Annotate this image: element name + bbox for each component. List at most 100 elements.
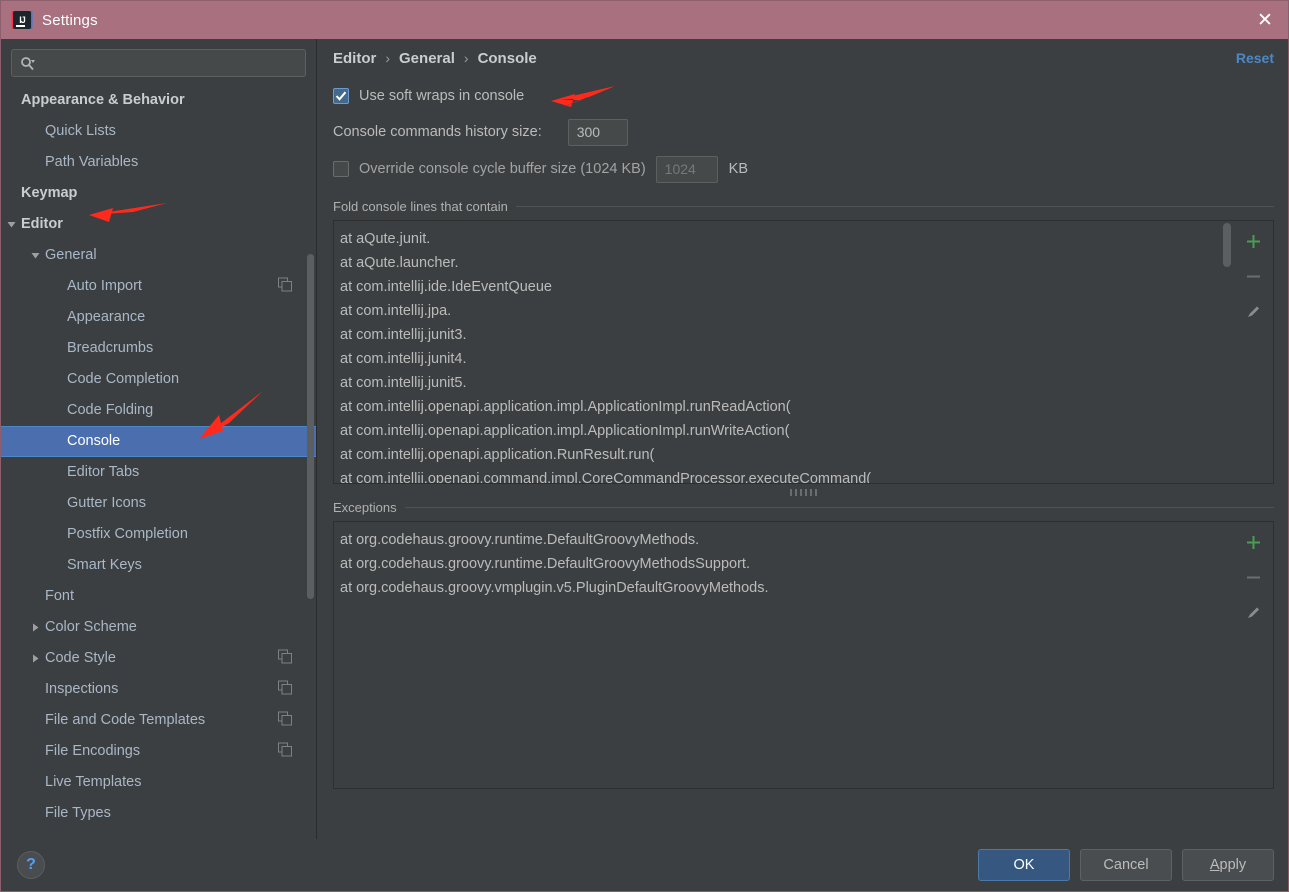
sidebar-item-label: Code Folding	[67, 402, 154, 419]
list-item[interactable]: at com.intellij.junit5.	[340, 371, 1221, 395]
sidebar-item-code-folding[interactable]: Code Folding	[1, 395, 316, 426]
fold-list[interactable]: at aQute.junit. at aQute.launcher. at com.…	[334, 221, 1221, 483]
sidebar-item-editor-tabs[interactable]: Editor Tabs	[1, 457, 316, 488]
list-item[interactable]: at com.intellij.openapi.application.impl…	[340, 395, 1221, 419]
soft-wraps-label[interactable]: Use soft wraps in console	[359, 88, 524, 104]
sidebar-item-gutter-icons[interactable]: Gutter Icons	[1, 488, 316, 519]
plus-icon[interactable]	[1241, 229, 1265, 253]
settings-content-panel: Editor › General › Console Reset Use sof…	[317, 39, 1288, 839]
window-title: Settings	[42, 11, 98, 29]
sidebar-item-label: Live Templates	[45, 774, 142, 791]
list-item[interactable]: at org.codehaus.groovy.runtime.DefaultGr…	[340, 552, 1221, 576]
apply-button[interactable]: Apply	[1182, 849, 1274, 881]
cycle-buffer-label[interactable]: Override console cycle buffer size (1024…	[359, 161, 646, 177]
exceptions-list[interactable]: at org.codehaus.groovy.runtime.DefaultGr…	[334, 522, 1221, 788]
list-item[interactable]: at com.intellij.openapi.application.RunR…	[340, 443, 1221, 467]
pencil-icon[interactable]	[1241, 600, 1265, 624]
sidebar-item-appearance-behavior[interactable]: Appearance & Behavior	[1, 85, 316, 116]
sidebar-item-general[interactable]: General	[1, 240, 316, 271]
close-icon[interactable]: ✕	[1242, 1, 1288, 39]
copy-settings-icon[interactable]	[278, 277, 292, 296]
copy-settings-icon[interactable]	[278, 742, 292, 761]
sidebar-item-editor[interactable]: Editor	[1, 209, 316, 240]
list-item[interactable]: at aQute.junit.	[340, 227, 1221, 251]
panel-splitter[interactable]	[333, 484, 1274, 500]
breadcrumb-item-editor[interactable]: Editor	[333, 50, 376, 67]
sidebar-item-keymap[interactable]: Keymap	[1, 178, 316, 209]
sidebar-item-appearance[interactable]: Appearance	[1, 302, 316, 333]
chevron-down-icon[interactable]	[5, 218, 18, 231]
sidebar-item-breadcrumbs[interactable]: Breadcrumbs	[1, 333, 316, 364]
sidebar-item-file-and-code-templates[interactable]: File and Code Templates	[1, 705, 316, 736]
copy-settings-icon[interactable]	[278, 711, 292, 730]
list-item[interactable]: at com.intellij.junit4.	[340, 347, 1221, 371]
sidebar-item-auto-import[interactable]: Auto Import	[1, 271, 316, 302]
sidebar-item-color-scheme[interactable]: Color Scheme	[1, 612, 316, 643]
sidebar-scrollbar[interactable]	[307, 254, 314, 599]
list-item[interactable]: at com.intellij.ide.IdeEventQueue	[340, 275, 1221, 299]
sidebar-item-label: Code Style	[45, 650, 116, 667]
breadcrumb-separator: ›	[385, 50, 391, 66]
search-box[interactable]	[11, 49, 306, 77]
apply-button-mnemonic: A	[1209, 857, 1220, 873]
breadcrumb-item-general[interactable]: General	[399, 50, 455, 67]
soft-wraps-checkbox[interactable]	[333, 88, 349, 104]
reset-link[interactable]: Reset	[1236, 50, 1274, 66]
chevron-down-icon[interactable]	[29, 249, 42, 262]
sidebar-item-font[interactable]: Font	[1, 581, 316, 612]
sidebar-item-label: Auto Import	[67, 278, 142, 295]
search-input[interactable]	[41, 55, 297, 71]
sidebar-item-file-encodings[interactable]: File Encodings	[1, 736, 316, 767]
help-question-icon[interactable]: ?	[17, 851, 45, 879]
chevron-right-icon[interactable]	[29, 621, 42, 634]
sidebar-item-label: Keymap	[21, 185, 78, 202]
plus-icon[interactable]	[1241, 530, 1265, 554]
ok-button[interactable]: OK	[978, 849, 1070, 881]
sidebar-item-path-variables[interactable]: Path Variables	[1, 147, 316, 178]
fold-list-scrollbar-thumb[interactable]	[1223, 223, 1231, 267]
list-item[interactable]: at com.intellij.jpa.	[340, 299, 1221, 323]
sidebar-item-code-style[interactable]: Code Style	[1, 643, 316, 674]
chevron-right-icon[interactable]	[29, 652, 42, 665]
exceptions-group-separator-line	[404, 507, 1274, 508]
cycle-buffer-checkbox[interactable]	[333, 161, 349, 177]
exceptions-list-scrollbar[interactable]	[1221, 522, 1233, 788]
sidebar-item-live-templates[interactable]: Live Templates	[1, 767, 316, 798]
fold-list-scrollbar[interactable]	[1221, 221, 1233, 483]
list-item[interactable]: at com.intellij.openapi.application.impl…	[340, 419, 1221, 443]
sidebar-item-inspections[interactable]: Inspections	[1, 674, 316, 705]
list-item[interactable]: at org.codehaus.groovy.runtime.DefaultGr…	[340, 528, 1221, 552]
history-size-input[interactable]	[567, 118, 628, 146]
sidebar-item-label: Breadcrumbs	[67, 340, 154, 357]
sidebar-item-code-completion[interactable]: Code Completion	[1, 364, 316, 395]
settings-tree[interactable]: Appearance & Behavior Quick Lists Path Var…	[1, 83, 316, 839]
sidebar-item-label: File Types	[45, 805, 111, 822]
settings-sidebar: Appearance & Behavior Quick Lists Path Var…	[1, 39, 317, 839]
pencil-icon[interactable]	[1241, 299, 1265, 323]
minus-icon[interactable]	[1241, 565, 1265, 589]
sidebar-item-smart-keys[interactable]: Smart Keys	[1, 550, 316, 581]
copy-settings-icon[interactable]	[278, 680, 292, 699]
list-item[interactable]: at org.codehaus.groovy.vmplugin.v5.Plugi…	[340, 576, 1221, 600]
sidebar-item-console[interactable]: Console	[1, 426, 316, 457]
list-item[interactable]: at aQute.launcher.	[340, 251, 1221, 275]
exceptions-group-header: Exceptions	[333, 500, 1274, 515]
cancel-button[interactable]: Cancel	[1080, 849, 1172, 881]
list-item[interactable]: at com.intellij.junit3.	[340, 323, 1221, 347]
sidebar-item-file-types[interactable]: File Types	[1, 798, 316, 829]
sidebar-item-quick-lists[interactable]: Quick Lists	[1, 116, 316, 147]
sidebar-item-label: Gutter Icons	[67, 495, 146, 512]
sidebar-item-label: Inspections	[45, 681, 119, 698]
minus-icon[interactable]	[1241, 264, 1265, 288]
list-item[interactable]: at com.intellij.openapi.command.impl.Cor…	[340, 467, 1221, 483]
sidebar-item-postfix-completion[interactable]: Postfix Completion	[1, 519, 316, 550]
cycle-buffer-input[interactable]	[655, 155, 718, 183]
copy-settings-icon[interactable]	[278, 649, 292, 668]
